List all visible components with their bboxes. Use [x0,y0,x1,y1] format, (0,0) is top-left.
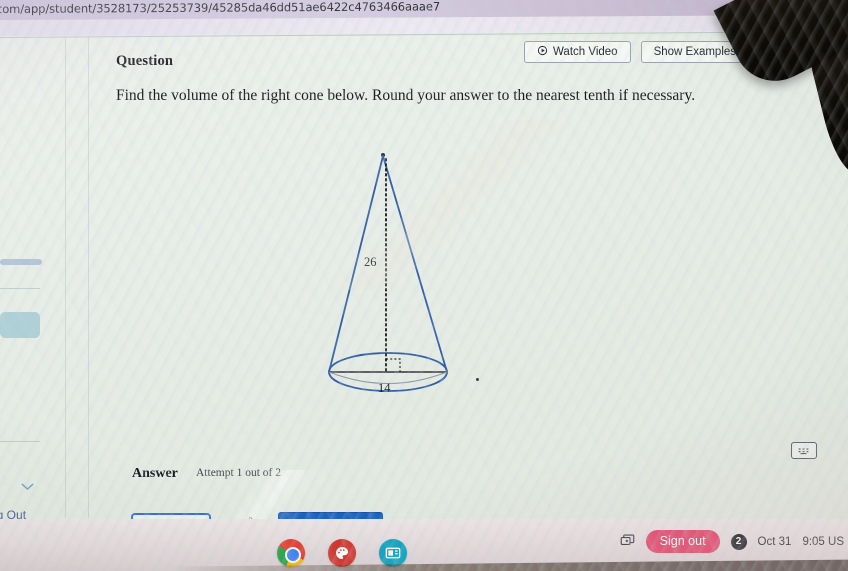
cast-screen-icon[interactable] [620,533,635,550]
notification-badge[interactable]: 2 [730,533,747,550]
watch-video-label: Watch Video [553,46,618,58]
sidebar-action-button[interactable] [0,312,40,338]
palette-icon[interactable] [328,539,356,567]
cone-diameter-label: 14 [378,381,391,395]
taskbar-status-area: Sign out 2 Oct 31 9:05 US [620,530,844,553]
watch-video-button[interactable]: Watch Video [524,41,631,63]
chrome-icon[interactable] [277,539,305,567]
page-title: Question [116,53,174,69]
time-label[interactable]: 9:05 US [802,536,844,548]
chevron-down-icon[interactable] [20,478,35,496]
sign-out-button[interactable]: Sign out [645,530,720,553]
screen-photo: com/app/student/3528173/25253739/45285da… [0,0,848,571]
url-text: com/app/student/3528173/25253739/45285da… [0,0,441,17]
answer-heading: Answer [132,466,178,481]
keyboard-icon[interactable] [791,442,817,459]
taskbar-app-icons [277,539,407,567]
attempt-counter: Attempt 1 out of 2 [196,467,281,479]
screen-icon[interactable] [379,539,407,567]
sidebar-divider-2 [0,441,40,442]
sidebar-column-rule-2 [88,38,89,518]
sidebar-divider-1 [0,288,40,289]
right-cone-diagram: 26 14 [320,145,500,407]
stray-mark [476,378,479,381]
sidebar-column-rule-1 [65,38,66,518]
play-circle-icon [537,45,548,59]
question-actions: Watch Video Show Examples [524,41,750,63]
show-examples-label: Show Examples [653,46,737,58]
cone-height-label: 26 [364,255,377,269]
question-prompt: Find the volume of the right cone below.… [116,87,696,104]
sidebar-progress-bar [0,259,42,265]
date-label[interactable]: Oct 31 [758,536,792,548]
